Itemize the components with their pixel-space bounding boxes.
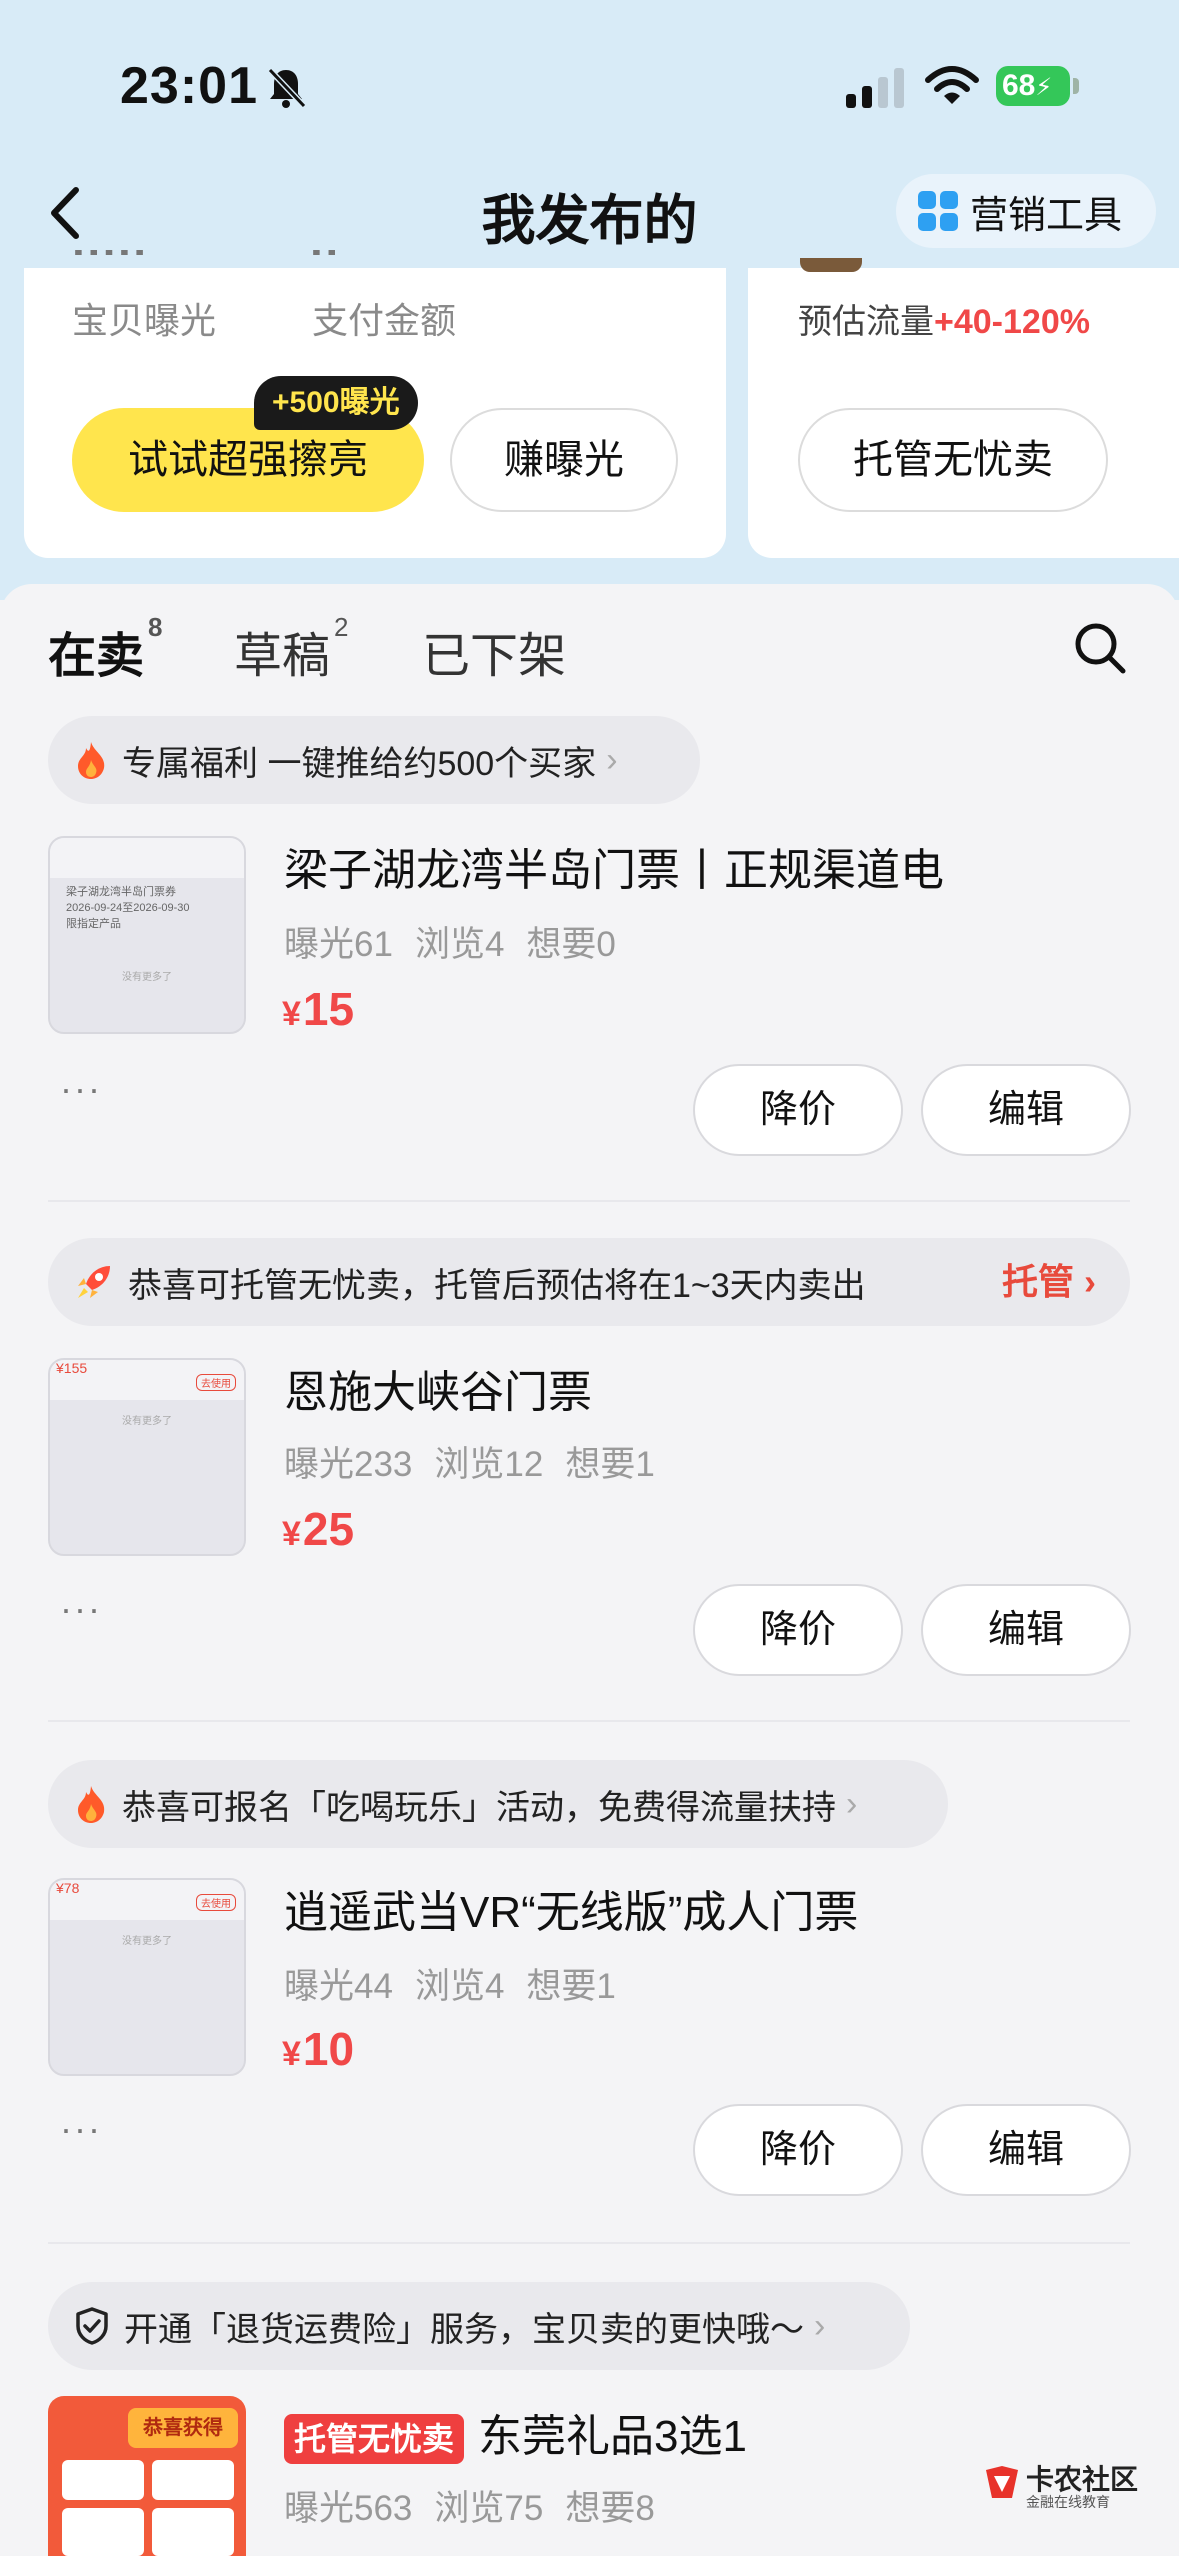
more-options-icon[interactable]: ··· [60,1588,102,1630]
managed-sell-banner[interactable]: 恭喜可托管无忧卖，托管后预估将在1~3天内卖出 托管 › [48,1238,1130,1326]
banner-text: 恭喜可报名「吃喝玩乐」活动，免费得流量扶持 [122,1788,836,1827]
promo-banner[interactable]: 专属福利 一键推给约500个买家 › [48,716,700,804]
search-icon[interactable] [1072,620,1128,676]
price-cut-button[interactable]: 降价 [693,1064,903,1156]
price-cut-button[interactable]: 降价 [693,2104,903,2196]
insurance-banner[interactable]: 开通「退货运费险」服务，宝贝卖的更快哦～ › [48,2282,910,2370]
fire-icon [78,742,105,779]
status-time: 23:01 [120,57,258,115]
listing-stats: 曝光563 浏览75 想要8 [284,2489,655,2528]
edit-button[interactable]: 编辑 [921,1064,1131,1156]
chevron-right-icon: › [814,2306,826,2345]
listing-stats: 曝光44 浏览4 想要1 [284,1967,616,2006]
boost-badge: +500曝光 [254,376,418,430]
price-cut-button[interactable]: 降价 [693,1584,903,1676]
listing-thumbnail[interactable]: 梁子湖龙湾半岛门票券 2026-09-24至2026-09-30 限指定产品 没… [48,836,246,1034]
wifi-icon [925,66,979,104]
app-grid-icon [918,191,958,231]
managed-sell-button[interactable]: 托管无忧卖 [798,408,1108,512]
listings-panel: 在卖8 草稿2 已下架 专属福利 一键推给约500个买家 › 梁子湖龙湾半岛门票… [0,584,1179,2556]
tab-on-sale[interactable]: 在卖8 [48,612,162,686]
shield-check-icon [76,2307,108,2345]
tab-delisted[interactable]: 已下架 [422,616,566,686]
listing-price: ¥25 [282,1503,355,1555]
banner-text: 开通「退货运费险」服务，宝贝卖的更快哦～ [124,2310,804,2349]
listing-thumbnail[interactable]: ¥155 去使用 没有更多了 [48,1358,246,1556]
listing-price: ¥15 [282,983,355,1035]
marketing-tools-label: 营销工具 [970,194,1123,237]
listing-title[interactable]: 逍遥武当VR“无线版”成人门票 [284,1876,858,1940]
listing-stats: 曝光61 浏览4 想要0 [284,925,616,964]
listing-title[interactable]: 托管无忧卖 东莞礼品3选1 [284,2400,747,2465]
activity-banner[interactable]: 恭喜可报名「吃喝玩乐」活动，免费得流量扶持 › [48,1760,948,1848]
chevron-right-icon: › [846,1784,858,1823]
chevron-right-icon: › [606,740,618,779]
listing-title[interactable]: 恩施大峡谷门票 [284,1356,592,1420]
traffic-estimate: 预估流量+40-120% [798,303,1090,341]
listing-title[interactable]: 梁子湖龙湾半岛门票丨正规渠道电 [284,834,944,898]
banner-text: 恭喜可托管无忧卖，托管后预估将在1~3天内卖出 [128,1266,866,1305]
listing-thumbnail[interactable]: ¥78 去使用 没有更多了 [48,1878,246,2076]
fire-icon [78,1786,105,1823]
edit-button[interactable]: 编辑 [921,2104,1131,2196]
battery-indicator: 68⚡ [996,62,1080,110]
watermark-logo: 卡农社区 金融在线教育 [982,2456,1162,2516]
rocket-icon [78,1266,110,1298]
earn-exposure-button[interactable]: 赚曝光 [450,408,678,512]
tab-drafts[interactable]: 草稿2 [234,612,348,686]
more-options-icon[interactable]: ··· [60,1068,102,1110]
status-bar: 23:01 68⚡ [0,0,1179,170]
bell-muted-icon [267,67,307,109]
stats-card: ····· ·· 宝贝曝光 支付金额 试试超强擦亮 +500曝光 赚曝光 [24,250,726,558]
kanong-logo-icon [986,2466,1018,2498]
payment-label: 支付金额 [312,300,457,341]
listing-thumbnail[interactable]: 恭喜获得 [48,2396,246,2556]
listing-price: ¥10 [282,2023,355,2075]
listing-stats: 曝光233 浏览12 想要1 [284,1445,655,1484]
banner-text: 专属福利 一键推给约500个买家 [122,744,597,783]
traffic-card: 预估流量+40-120% 托管无忧卖 [748,258,1179,558]
marketing-tools-button[interactable]: 营销工具 [896,174,1156,248]
cellular-signal-icon [846,68,904,108]
more-options-icon[interactable]: ··· [60,2108,102,2150]
exposure-label: 宝贝曝光 [72,300,217,341]
managed-badge: 托管无忧卖 [284,2414,465,2465]
managed-link[interactable]: 托管 › [1002,1238,1096,1326]
battery-level: 68⚡ [996,66,1070,106]
edit-button[interactable]: 编辑 [921,1584,1131,1676]
